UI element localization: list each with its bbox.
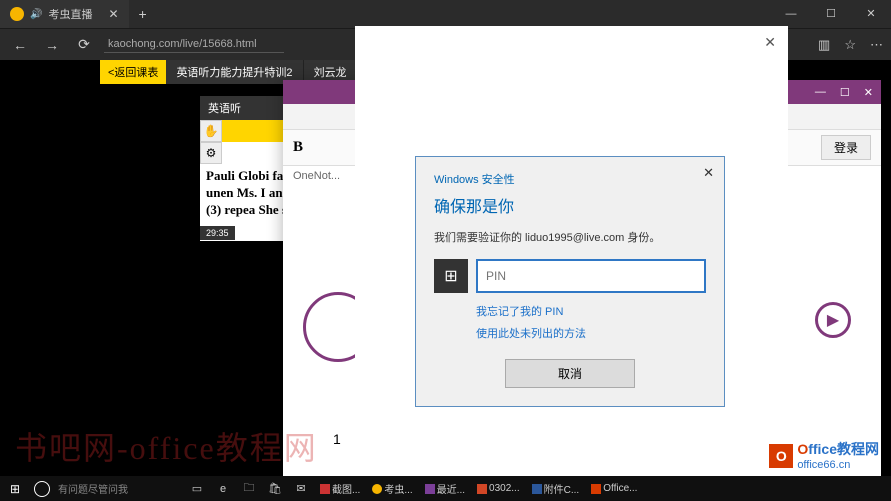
store-icon[interactable]: 🛍 [262, 482, 288, 495]
page-number: 1 [333, 431, 341, 447]
taskbar-item[interactable]: 截图... [314, 481, 366, 496]
dialog-message: 我们需要验证你的 liduo1995@live.com 身份。 [434, 229, 706, 245]
other-method-link[interactable]: 使用此处未列出的方法 [476, 325, 706, 341]
address-bar[interactable]: kaochong.com/live/15668.html [104, 36, 284, 53]
window-controls: — ☐ ✕ [771, 0, 891, 28]
back-button[interactable]: ← [8, 37, 32, 53]
maximize-button[interactable]: ☐ [811, 0, 851, 28]
security-dialog: ✕ Windows 安全性 确保那是你 我们需要验证你的 liduo1995@l… [415, 156, 725, 407]
login-button[interactable]: 登录 [821, 135, 871, 160]
playback-time: 29:35 [200, 226, 235, 240]
taskbar-item[interactable]: 考虫... [366, 481, 418, 496]
back-to-schedule[interactable]: <返回课表 [100, 60, 166, 84]
explorer-icon[interactable]: 🗀 [236, 479, 262, 498]
dialog-heading: 确保那是你 [434, 193, 706, 217]
browser-titlebar: 🔊 考虫直播 ✕ + — ☐ ✕ [0, 0, 891, 28]
onenote-min-icon[interactable]: — [815, 86, 826, 98]
taskbar-item[interactable]: 最近... [419, 481, 471, 496]
sound-icon[interactable]: 🔊 [30, 9, 42, 20]
modal-overlay: ✕ ✕ Windows 安全性 确保那是你 我们需要验证你的 liduo1995… [355, 26, 788, 496]
start-button[interactable]: ⊞ [0, 482, 30, 496]
pin-input[interactable] [476, 259, 706, 293]
cortana-icon[interactable] [34, 481, 50, 497]
refresh-button[interactable]: ⟳ [72, 36, 96, 53]
watermark-right: O Office教程网 office66.cn [769, 441, 879, 471]
more-icon[interactable]: ⋯ [870, 37, 883, 53]
tab-title: 考虫直播 [48, 6, 92, 22]
taskbar: ⊞ 有问题尽管问我 ▭ e 🗀 🛍 ✉ 截图... 考虫... 最近... 03… [0, 476, 891, 501]
mail-icon[interactable]: ✉ [288, 482, 314, 495]
close-button[interactable]: ✕ [851, 0, 891, 28]
new-tab-button[interactable]: + [129, 6, 157, 22]
tab-close-icon[interactable]: ✕ [108, 7, 118, 21]
taskbar-item[interactable]: 0302... [471, 483, 526, 494]
cancel-button[interactable]: 取消 [505, 359, 635, 388]
reading-view-icon[interactable]: ▥ [818, 37, 830, 53]
watermark-url: office66.cn [797, 459, 879, 471]
tab-favicon [10, 7, 24, 21]
play-icon[interactable]: ▶ [815, 302, 851, 338]
forward-button[interactable]: → [40, 37, 64, 53]
task-view-icon[interactable]: ▭ [184, 482, 210, 495]
dialog-source: Windows 安全性 [434, 171, 706, 187]
forgot-pin-link[interactable]: 我忘记了我的 PIN [476, 303, 706, 319]
browser-tab[interactable]: 🔊 考虫直播 ✕ [0, 0, 129, 28]
edge-icon[interactable]: e [210, 483, 236, 495]
onenote-close-icon[interactable]: ✕ [864, 86, 873, 99]
keypad-icon[interactable]: ⊞ [434, 259, 468, 293]
watermark-left: 书吧网-office教程网 [15, 423, 318, 469]
hand-tool-icon[interactable]: ✋ [200, 120, 222, 142]
taskbar-item[interactable]: 附件C... [526, 481, 586, 496]
taskbar-search[interactable]: 有问题尽管问我 [54, 481, 184, 496]
minimize-button[interactable]: — [771, 0, 811, 28]
settings-icon[interactable]: ⚙ [200, 142, 222, 164]
bold-button[interactable]: B [293, 139, 303, 156]
office-logo-icon: O [769, 444, 793, 468]
dialog-close-icon[interactable]: ✕ [703, 165, 714, 181]
onenote-max-icon[interactable]: ☐ [840, 86, 850, 99]
overlay-close-icon[interactable]: ✕ [764, 34, 776, 51]
taskbar-item[interactable]: Office... [585, 483, 643, 494]
favorites-icon[interactable]: ☆ [844, 37, 856, 53]
